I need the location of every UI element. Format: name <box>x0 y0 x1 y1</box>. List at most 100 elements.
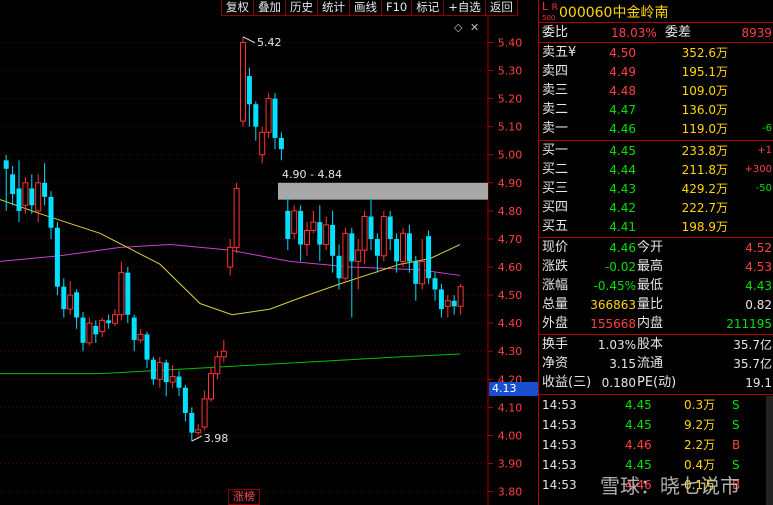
candle-body <box>54 227 60 287</box>
candle-body <box>419 260 426 285</box>
candle-body <box>176 376 182 388</box>
candle-body <box>400 232 406 262</box>
candle-body <box>125 272 131 315</box>
candle-body <box>42 182 48 197</box>
low-pointer <box>191 435 203 442</box>
candle-body <box>227 246 234 268</box>
candlestick-chart[interactable]: 5.40 5.30 5.20 5.10 5.00 4.90 4.80 4.70 4.60 4.50… <box>0 0 538 505</box>
ask-row[interactable]: 卖二 4.47 136.0万 <box>539 101 773 119</box>
toolbar-add-watchlist-button[interactable]: +自选 <box>443 0 486 16</box>
candle-body <box>444 300 451 307</box>
y-tick-label: 5.40 <box>498 36 523 49</box>
candle-body <box>131 317 137 340</box>
candle-body <box>368 216 374 239</box>
candle-body <box>118 272 125 316</box>
y-tick-label: 4.00 <box>498 429 523 442</box>
candle-body <box>99 319 106 333</box>
toolbar-diejia-button[interactable]: 叠加 <box>253 0 286 16</box>
candle-body <box>253 104 259 127</box>
high-pointer <box>242 36 256 44</box>
toolbar-fuquan-button[interactable]: 复权 <box>221 0 254 16</box>
toolbar-stats-button[interactable]: 统计 <box>317 0 350 16</box>
watermark-text: 雪球：晓七说市 <box>600 474 740 498</box>
bid-row[interactable]: 买三 4.43 429.2万 -50 <box>539 180 773 198</box>
tick-scrollbar[interactable] <box>766 396 773 505</box>
bid-row[interactable]: 买一 4.45 233.8万 +1 <box>539 142 773 160</box>
low-label: 3.98 <box>204 432 229 445</box>
candle-body <box>394 238 400 262</box>
candle-body <box>298 210 304 245</box>
toolbar-history-button[interactable]: 历史 <box>285 0 318 16</box>
y-tick-label: 4.50 <box>498 289 523 302</box>
candle-body <box>195 429 202 434</box>
tick-row: 14:53 4.46 2.2万 B <box>542 438 741 452</box>
current-price-tag: 4.13 <box>489 382 539 396</box>
candle-body <box>265 98 272 133</box>
quote-row: 涨跌 -0.02 最高 4.53 <box>542 259 772 274</box>
candle-body <box>106 320 112 324</box>
toolbar: 复权 叠加 历史 统计 画线 F10 标记 +自选 返回 <box>221 0 518 17</box>
candle-body <box>355 249 362 262</box>
candle-body <box>214 356 221 375</box>
candle-body <box>10 174 16 195</box>
candle-body <box>35 182 42 212</box>
zhangbang-tab[interactable]: 涨榜 <box>228 489 260 505</box>
y-tick-label: 5.10 <box>498 121 523 134</box>
y-tick-label: 4.30 <box>498 345 523 358</box>
high-label: 5.42 <box>257 36 282 49</box>
ask-row[interactable]: 卖一 4.46 119.0万 -6 <box>539 120 773 138</box>
candle-body <box>387 216 393 239</box>
y-tick-label: 4.40 <box>498 317 523 330</box>
candle-body <box>432 278 438 290</box>
toolbar-draw-line-button[interactable]: 画线 <box>349 0 382 16</box>
highlight-box-label: 4.90 - 4.84 <box>282 168 342 181</box>
quote-row: 现价 4.46 今开 4.52 <box>542 240 772 255</box>
candle-body <box>278 137 284 150</box>
candle-body <box>137 333 144 341</box>
candle-body <box>259 131 266 156</box>
toolbar-back-button[interactable]: 返回 <box>484 0 518 16</box>
bid-row[interactable]: 买五 4.41 198.9万 <box>539 218 773 236</box>
candle-body <box>74 292 80 318</box>
candle-body <box>144 334 150 360</box>
quote-row: 外盘 155668 内盘 211195 <box>542 316 772 331</box>
ask-row[interactable]: 卖三 4.48 109.0万 <box>539 82 773 100</box>
candle-body <box>361 215 368 251</box>
close-icon[interactable]: ✕ <box>470 21 479 34</box>
fundamentals-row: 净资 3.15 流通 35.7亿 <box>542 356 772 371</box>
candle-body <box>220 350 227 358</box>
candle-body <box>406 233 412 262</box>
candle-body <box>16 188 22 211</box>
ask-row[interactable]: 卖五¥ 4.50 352.6万 <box>539 44 773 62</box>
candle-body <box>3 160 9 169</box>
y-tick-label: 4.90 <box>498 177 523 190</box>
tick-row: 14:53 4.45 0.3万 S <box>542 398 740 412</box>
toolbar-f10-button[interactable]: F10 <box>381 0 413 16</box>
y-tick-label: 5.00 <box>498 149 523 162</box>
y-tick-label: 4.10 <box>498 401 523 414</box>
ask-row[interactable]: 卖四 4.49 195.1万 <box>539 63 773 81</box>
highlight-box <box>278 182 488 200</box>
toolbar-mark-button[interactable]: 标记 <box>411 0 445 16</box>
diamond-icon: ◇ <box>454 21 463 34</box>
candle-body <box>22 182 29 206</box>
candle-body <box>285 210 291 239</box>
candle-body <box>163 362 169 383</box>
fundamentals-row: 收益(三) 0.180 PE(动) 19.1 <box>542 375 772 390</box>
candle-body <box>93 325 99 335</box>
bid-row[interactable]: 买二 4.44 211.8万 +300 <box>539 161 773 179</box>
candle-body <box>323 224 330 246</box>
candle-body <box>380 215 387 257</box>
weibi-row: 委比 18.03% 委差 8939 <box>542 25 772 40</box>
candle-body <box>246 76 252 105</box>
y-tick-label: 5.20 <box>498 93 523 106</box>
candle-body <box>374 238 380 256</box>
candle-body <box>310 221 317 232</box>
y-tick-label: 5.30 <box>498 65 523 78</box>
candle-body <box>349 233 355 262</box>
candle-body <box>156 361 163 380</box>
candle-body <box>150 359 156 380</box>
candle-body <box>48 196 54 228</box>
ma-green-line <box>0 353 461 375</box>
bid-row[interactable]: 买四 4.42 222.7万 <box>539 199 773 217</box>
